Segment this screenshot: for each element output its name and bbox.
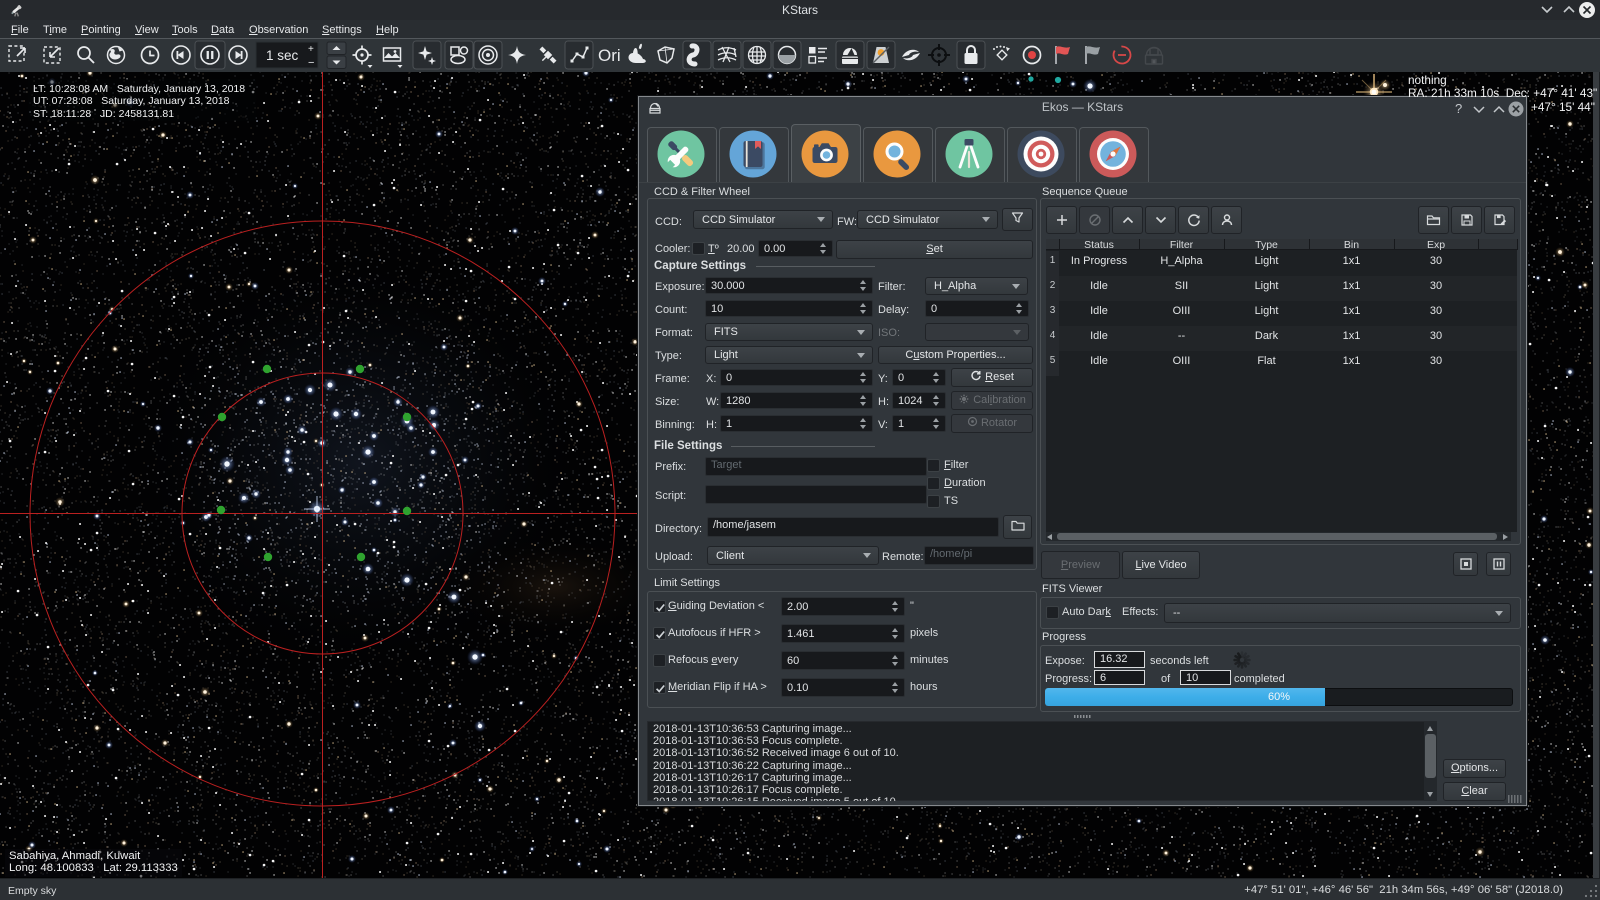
svg-text:?: ? (1455, 101, 1462, 116)
svg-text:−: − (308, 57, 314, 69)
svg-text:1 sec: 1 sec (266, 48, 299, 63)
svg-text:Ori: Ori (598, 46, 621, 65)
svg-text:+: + (308, 44, 314, 55)
